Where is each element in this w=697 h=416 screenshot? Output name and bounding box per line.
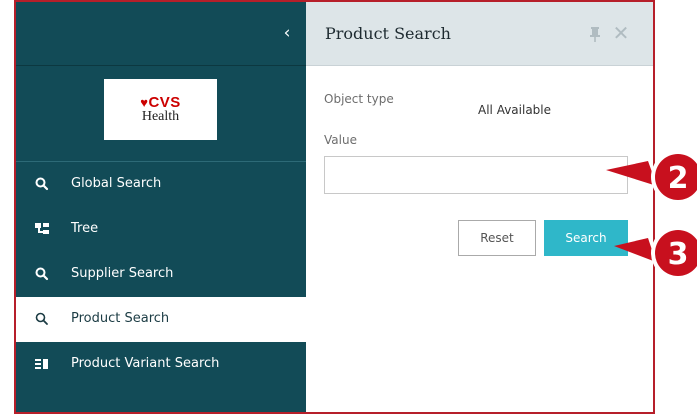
callout-3-ring (651, 226, 697, 280)
sidebar-item-label: Global Search (71, 176, 162, 191)
logo-brand: ♥CVS (140, 94, 181, 111)
sidebar-item-tree[interactable]: Tree (16, 207, 306, 252)
object-type-value[interactable]: All Available (478, 103, 551, 117)
reset-button[interactable]: Reset (458, 220, 536, 256)
value-input[interactable] (324, 156, 628, 194)
callout-2-ring (651, 150, 697, 204)
sidebar-item-label: Product Search (71, 311, 170, 326)
search-icon (35, 312, 48, 325)
list-icon (35, 359, 48, 369)
sidebar-item-supplier-search[interactable]: Supplier Search (16, 252, 306, 297)
page-title: Product Search (325, 24, 451, 43)
tree-icon (35, 223, 49, 234)
sidebar-top: ‹ (16, 2, 306, 66)
close-icon[interactable]: ✕ (611, 23, 631, 43)
search-button[interactable]: Search (544, 220, 628, 256)
callout-3-badge (655, 230, 697, 276)
sidebar-item-product-variant-search[interactable]: Product Variant Search (16, 342, 306, 387)
panel-header: Product Search ✕ (306, 2, 653, 66)
app-frame: ‹ ♥CVS Health Global Search Tree Supplie… (14, 0, 655, 414)
product-search-panel: Product Search ✕ Object type All Availab… (306, 2, 653, 412)
sidebar-item-label: Tree (71, 221, 99, 236)
logo-sub: Health (141, 109, 180, 124)
search-icon (35, 177, 49, 191)
callout-3-number: 3 (668, 237, 689, 272)
logo-area: ♥CVS Health (16, 66, 306, 162)
search-icon (35, 267, 49, 281)
object-type-label: Object type (324, 92, 394, 106)
sidebar-item-product-search[interactable]: Product Search (16, 297, 306, 342)
collapse-sidebar-button[interactable]: ‹ (276, 22, 298, 44)
callout-2-badge (655, 154, 697, 200)
sidebar-item-label: Supplier Search (71, 266, 174, 281)
sidebar: ‹ ♥CVS Health Global Search Tree Supplie… (16, 2, 306, 412)
sidebar-nav: Global Search Tree Supplier Search Produ… (16, 162, 306, 387)
value-label: Value (324, 133, 357, 147)
sidebar-item-global-search[interactable]: Global Search (16, 162, 306, 207)
pin-icon[interactable] (587, 26, 603, 42)
callout-2-number: 2 (668, 161, 689, 196)
sidebar-item-label: Product Variant Search (71, 356, 220, 371)
cvs-health-logo: ♥CVS Health (104, 79, 217, 140)
